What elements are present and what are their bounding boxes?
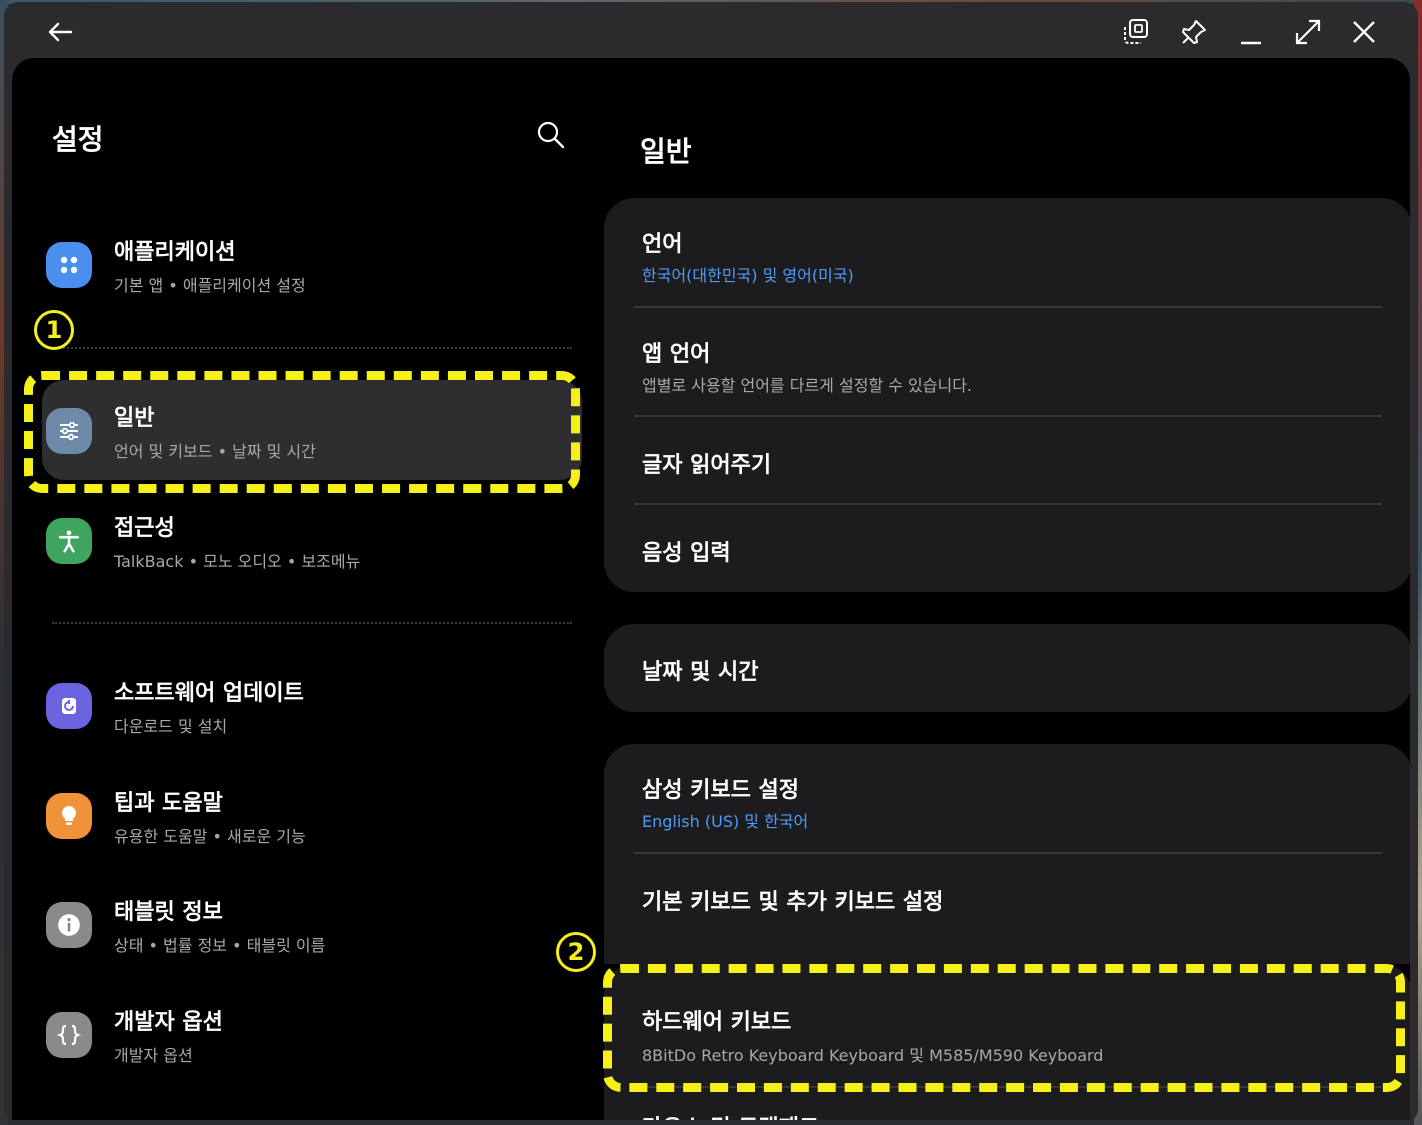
settings-window: 설정 애플리케이션 기본 앱 • 애플리케이션 설정 일반 언어 및 키보드 •… <box>4 2 1418 1123</box>
row-title: 마우스 및 트랙패드 <box>642 1110 819 1120</box>
row-title: 삼성 키보드 설정 <box>642 778 799 803</box>
row-title: 날짜 및 시간 <box>642 660 759 685</box>
menu-item-subtitle: TalkBack • 모노 오디오 • 보조메뉴 <box>114 552 361 571</box>
menu-item-tips[interactable]: 팁과 도움말 유용한 도움말 • 새로운 기능 <box>42 765 582 865</box>
menu-item-subtitle: 개발자 옵션 <box>114 1046 193 1065</box>
minimize-icon[interactable] <box>1233 14 1269 50</box>
row-subtitle: 한국어(대한민국) 및 영어(미국) <box>642 266 854 285</box>
braces-icon <box>46 1012 92 1058</box>
menu-item-software-update[interactable]: 소프트웨어 업데이트 다운로드 및 설치 <box>42 655 582 755</box>
menu-item-subtitle: 언어 및 키보드 • 날짜 및 시간 <box>114 442 316 461</box>
row-samsung-keyboard[interactable]: 삼성 키보드 설정 English (US) 및 한국어 <box>604 744 1410 854</box>
left-pane-title: 설정 <box>52 123 104 156</box>
menu-item-title: 일반 <box>114 406 155 431</box>
menu-item-subtitle: 상태 • 법률 정보 • 태블릿 이름 <box>114 936 326 955</box>
lightbulb-icon <box>46 793 92 839</box>
divider <box>52 622 572 624</box>
divider <box>52 347 572 349</box>
close-icon[interactable] <box>1346 14 1382 50</box>
menu-item-subtitle: 기본 앱 • 애플리케이션 설정 <box>114 276 306 295</box>
menu-item-title: 애플리케이션 <box>114 240 236 265</box>
row-hardware-keyboard[interactable]: 하드웨어 키보드 8BitDo Retro Keyboard Keyboard … <box>604 964 1410 1084</box>
pin-icon[interactable] <box>1176 14 1212 50</box>
row-mouse-trackpad[interactable]: 마우스 및 트랙패드 <box>604 1088 1410 1120</box>
menu-item-title: 소프트웨어 업데이트 <box>114 681 304 706</box>
title-bar <box>4 2 1418 58</box>
row-date-time[interactable]: 날짜 및 시간 <box>604 624 1410 712</box>
menu-item-subtitle: 다운로드 및 설치 <box>114 717 228 736</box>
row-subtitle: 8BitDo Retro Keyboard Keyboard 및 M585/M5… <box>642 1046 1104 1065</box>
row-text-to-speech[interactable]: 글자 읽어주기 <box>604 417 1410 505</box>
screenshot-window-icon[interactable] <box>1118 14 1154 50</box>
sliders-icon <box>46 408 92 454</box>
menu-item-accessibility[interactable]: 접근성 TalkBack • 모노 오디오 • 보조메뉴 <box>42 490 582 590</box>
row-title: 언어 <box>642 232 683 257</box>
menu-item-applications[interactable]: 애플리케이션 기본 앱 • 애플리케이션 설정 <box>42 214 582 314</box>
row-subtitle: English (US) 및 한국어 <box>642 812 809 831</box>
menu-item-general[interactable]: 일반 언어 및 키보드 • 날짜 및 시간 <box>42 380 582 480</box>
menu-item-tablet-info[interactable]: 태블릿 정보 상태 • 법률 정보 • 태블릿 이름 <box>42 874 582 974</box>
apps-icon <box>46 242 92 288</box>
row-subtitle: 앱별로 사용할 언어를 다르게 설정할 수 있습니다. <box>642 376 973 395</box>
hardware-card: 하드웨어 키보드 8BitDo Retro Keyboard Keyboard … <box>604 964 1410 1120</box>
accessibility-icon <box>46 518 92 564</box>
row-title: 하드웨어 키보드 <box>642 1010 792 1035</box>
right-pane-title: 일반 <box>640 135 692 168</box>
row-app-language[interactable]: 앱 언어 앱별로 사용할 언어를 다르게 설정할 수 있습니다. <box>604 308 1410 416</box>
row-title: 글자 읽어주기 <box>642 453 772 478</box>
back-arrow-icon[interactable] <box>42 14 78 50</box>
menu-item-title: 접근성 <box>114 516 175 541</box>
row-title: 기본 키보드 및 추가 키보드 설정 <box>642 890 944 915</box>
menu-item-developer-options[interactable]: 개발자 옵션 개발자 옵션 <box>42 984 582 1084</box>
annotation-badge-1: 1 <box>34 310 74 350</box>
date-time-card: 날짜 및 시간 <box>604 624 1410 712</box>
row-voice-input[interactable]: 음성 입력 <box>604 505 1410 592</box>
maximize-icon[interactable] <box>1290 14 1326 50</box>
row-title: 앱 언어 <box>642 342 711 367</box>
update-icon <box>46 683 92 729</box>
annotation-badge-2: 2 <box>556 932 596 972</box>
row-language[interactable]: 언어 한국어(대한민국) 및 영어(미국) <box>604 198 1410 308</box>
search-icon[interactable] <box>534 118 568 152</box>
menu-item-title: 개발자 옵션 <box>114 1010 223 1035</box>
info-icon <box>46 902 92 948</box>
settings-content: 설정 애플리케이션 기본 앱 • 애플리케이션 설정 일반 언어 및 키보드 •… <box>12 58 1410 1120</box>
menu-item-title: 팁과 도움말 <box>114 791 223 816</box>
language-card: 언어 한국어(대한민국) 및 영어(미국) 앱 언어 앱별로 사용할 언어를 다… <box>604 198 1410 592</box>
row-default-keyboard[interactable]: 기본 키보드 및 추가 키보드 설정 <box>604 854 1410 942</box>
row-title: 음성 입력 <box>642 541 731 566</box>
menu-item-title: 태블릿 정보 <box>114 900 223 925</box>
menu-item-subtitle: 유용한 도움말 • 새로운 기능 <box>114 827 306 846</box>
